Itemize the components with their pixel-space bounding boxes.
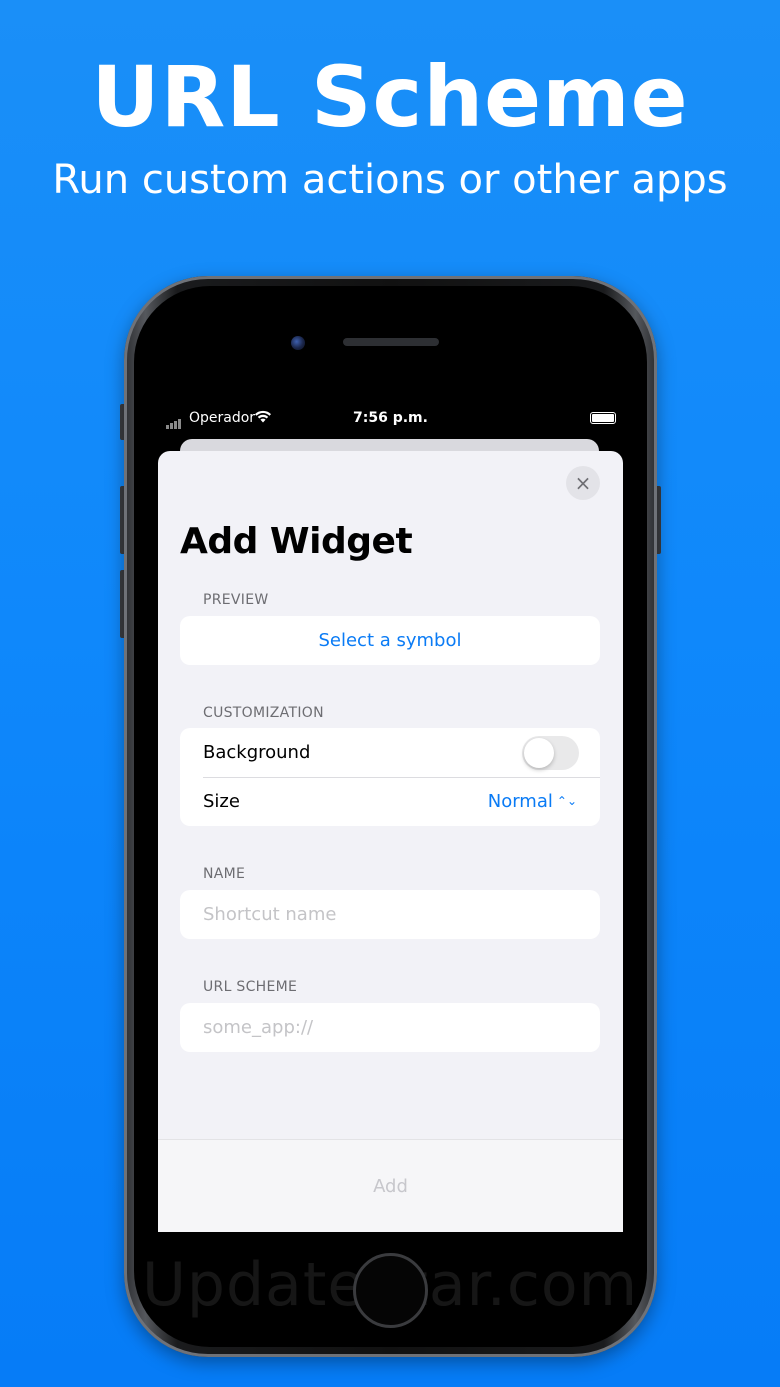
phone-screen: Operador 7:56 p.m. × Add Widget PREVIEW … xyxy=(155,401,626,1232)
section-label-preview: PREVIEW xyxy=(203,592,269,608)
close-icon[interactable]: × xyxy=(566,466,600,500)
subheadline: Run custom actions or other apps xyxy=(52,157,728,203)
add-button[interactable]: Add xyxy=(158,1176,623,1197)
shortcut-name-placeholder: Shortcut name xyxy=(203,904,337,925)
chevron-up-down-icon: ⌃⌄ xyxy=(556,794,577,808)
size-label: Size xyxy=(203,791,240,812)
background-label: Background xyxy=(203,742,311,763)
home-button[interactable] xyxy=(353,1253,428,1328)
size-row: Size Normal ⌃⌄ xyxy=(180,777,600,826)
front-camera-icon xyxy=(291,336,305,350)
bottom-toolbar: Add xyxy=(158,1139,623,1232)
add-widget-sheet: × Add Widget PREVIEW Select a symbol CUS… xyxy=(158,451,623,1232)
page-title: Add Widget xyxy=(180,521,413,562)
preview-card: Select a symbol xyxy=(180,616,600,665)
headline: URL Scheme xyxy=(91,48,689,146)
url-scheme-field[interactable]: some_app:// xyxy=(180,1003,600,1052)
size-picker[interactable]: Normal ⌃⌄ xyxy=(488,791,577,812)
url-scheme-card: some_app:// xyxy=(180,1003,600,1052)
battery-icon xyxy=(590,412,616,424)
status-bar: Operador 7:56 p.m. xyxy=(155,401,626,435)
url-scheme-placeholder: some_app:// xyxy=(203,1017,314,1038)
customization-card: Background Size Normal ⌃⌄ xyxy=(180,728,600,826)
section-label-customization: CUSTOMIZATION xyxy=(203,705,324,721)
shortcut-name-field[interactable]: Shortcut name xyxy=(180,890,600,939)
select-symbol-button[interactable]: Select a symbol xyxy=(180,630,600,651)
select-symbol-row[interactable]: Select a symbol xyxy=(180,616,600,665)
toggle-knob xyxy=(524,738,554,768)
section-label-name: NAME xyxy=(203,866,246,882)
name-card: Shortcut name xyxy=(180,890,600,939)
section-label-url-scheme: URL SCHEME xyxy=(203,979,298,995)
background-toggle[interactable] xyxy=(522,736,579,770)
background-row: Background xyxy=(180,728,600,778)
size-value: Normal xyxy=(487,791,553,812)
status-time: 7:56 p.m. xyxy=(353,410,428,426)
earpiece-speaker xyxy=(343,338,439,346)
